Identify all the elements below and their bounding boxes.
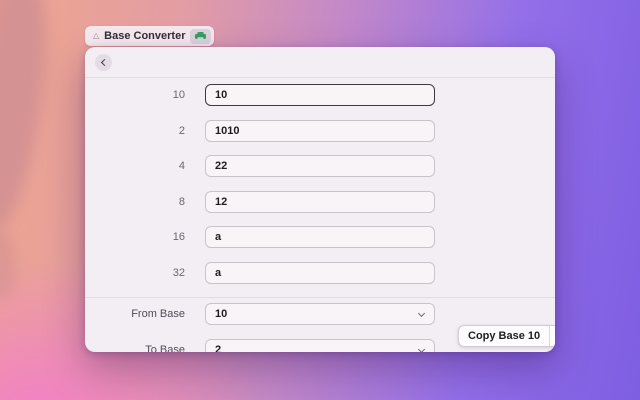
desktop-background: △ Base Converter 10 2 4 8 16 32 xyxy=(0,0,640,400)
paint-blob-decoration xyxy=(0,0,58,234)
base-label-10: 10 xyxy=(85,84,185,106)
print-button[interactable] xyxy=(190,29,211,44)
header-divider xyxy=(85,77,555,78)
tab-title: Base Converter xyxy=(104,30,185,42)
chevron-left-icon xyxy=(101,59,108,66)
base-converter-window: 10 2 4 8 16 32 From Base 10 To Base 2 Co… xyxy=(85,47,555,352)
base-input-4[interactable] xyxy=(205,155,435,177)
to-base-select[interactable]: 2 xyxy=(205,339,435,352)
from-base-select[interactable]: 10 xyxy=(205,303,435,325)
base-input-8[interactable] xyxy=(205,191,435,213)
window-header xyxy=(85,47,555,78)
from-base-value: 10 xyxy=(215,308,227,320)
base-input-2[interactable] xyxy=(205,120,435,142)
base-input-16[interactable] xyxy=(205,226,435,248)
base-label-32: 32 xyxy=(85,262,185,284)
to-base-label: To Base xyxy=(85,339,185,352)
chevron-down-icon xyxy=(418,346,425,352)
window-tab[interactable]: △ Base Converter xyxy=(85,26,214,46)
back-button[interactable] xyxy=(95,54,112,71)
from-base-label: From Base xyxy=(85,303,185,325)
base-input-10[interactable] xyxy=(205,84,435,106)
printer-icon xyxy=(195,32,206,41)
chevron-down-icon xyxy=(418,310,425,317)
copy-base-button[interactable]: Copy Base 10 xyxy=(459,326,549,346)
section-divider xyxy=(85,297,555,298)
to-base-value: 2 xyxy=(215,344,221,352)
app-icon: △ xyxy=(93,32,99,40)
base-label-4: 4 xyxy=(85,155,185,177)
base-label-2: 2 xyxy=(85,120,185,142)
copy-base-button-group: Copy Base 10 >_ xyxy=(458,325,555,347)
base-label-8: 8 xyxy=(85,191,185,213)
terminal-icon[interactable]: >_ xyxy=(549,326,555,346)
base-label-16: 16 xyxy=(85,226,185,248)
paint-blob-decoration-small xyxy=(0,228,16,300)
base-input-32[interactable] xyxy=(205,262,435,284)
